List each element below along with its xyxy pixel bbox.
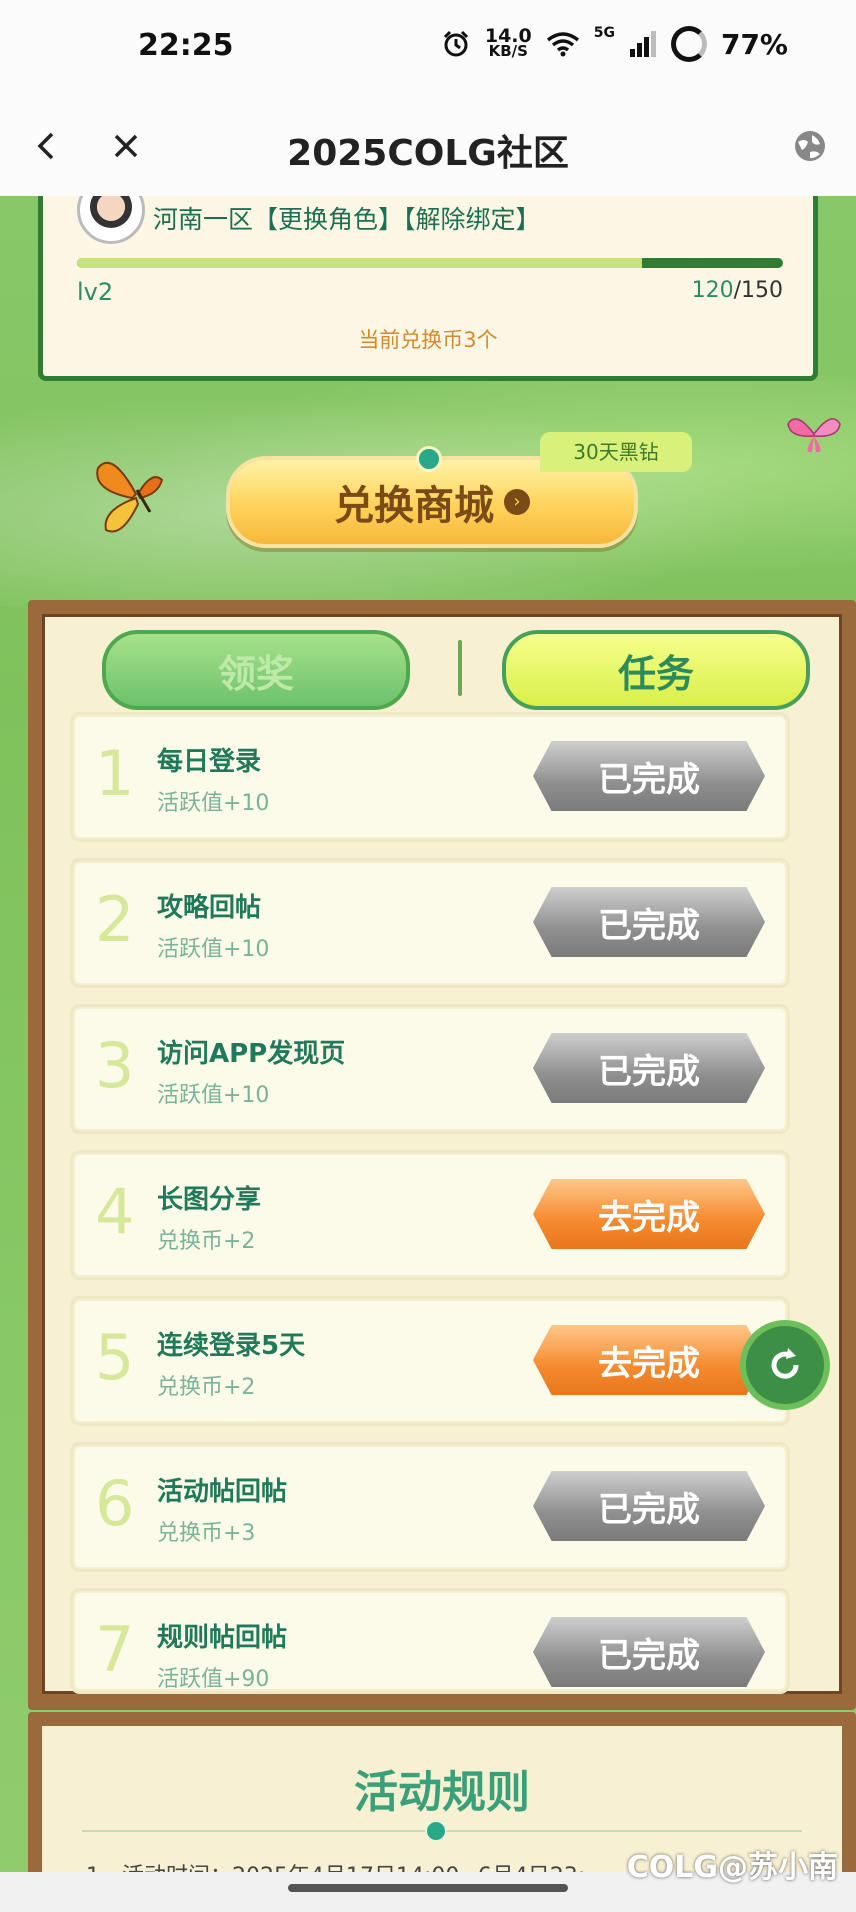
refresh-button[interactable] <box>746 1326 824 1404</box>
task-status-button[interactable]: 已完成 <box>533 1471 765 1541</box>
task-name: 每日登录 <box>157 747 262 777</box>
points-current: 120 <box>691 278 734 303</box>
task-row: 4 长图分享 兑换币+2 去完成 <box>70 1150 790 1280</box>
task-row: 2 攻略回帖 活跃值+10 已完成 <box>70 858 790 988</box>
status-bar: 22:25 14.0 KB/S 5G 77% <box>0 0 856 96</box>
watermark: COLG@苏小南 <box>626 1850 838 1885</box>
home-indicator[interactable] <box>288 1884 568 1892</box>
globe-icon[interactable] <box>790 126 830 166</box>
page-title: 2025COLG社区 <box>287 133 569 174</box>
board-tabs: 领奖 任务 <box>102 630 810 710</box>
task-reward: 活跃值+90 <box>157 1667 270 1692</box>
level-label: lv2 <box>77 278 114 306</box>
gem-ornament-icon <box>416 446 442 472</box>
points-max: /150 <box>733 278 783 303</box>
task-row: 6 活动帖回帖 兑换币+3 已完成 <box>70 1442 790 1572</box>
task-number: 7 <box>95 1613 135 1686</box>
task-number: 2 <box>95 883 135 956</box>
level-points: 120/150 <box>692 278 783 303</box>
status-time: 22:25 <box>138 28 234 63</box>
task-name: 连续登录5天 <box>157 1331 306 1361</box>
user-server-line[interactable]: 河南一区【更换角色】【解除绑定】 <box>153 200 541 236</box>
task-row: 3 访问APP发现页 活跃值+10 已完成 <box>70 1004 790 1134</box>
task-status-button[interactable]: 已完成 <box>533 1033 765 1103</box>
nav-bar: 2025COLG社区 <box>0 96 856 197</box>
task-reward: 活跃值+10 <box>157 791 270 816</box>
gem-ornament-icon <box>425 1820 447 1842</box>
task-row: 5 连续登录5天 兑换币+2 去完成 <box>70 1296 790 1426</box>
tab-divider <box>458 640 462 696</box>
level-progress-bar <box>77 258 783 268</box>
rules-first-line: 1、活动时间：2025年4月17日14:00~6月4日23:... <box>86 1858 606 1872</box>
task-name: 攻略回帖 <box>157 893 262 923</box>
task-name: 活动帖回帖 <box>157 1477 288 1507</box>
task-status-button[interactable]: 已完成 <box>533 1617 765 1687</box>
user-card: 河南一区【更换角色】【解除绑定】 lv2 120/150 当前兑换币3个 <box>38 196 818 381</box>
task-status-button[interactable]: 去完成 <box>533 1325 765 1395</box>
rules-title: 活动规则 <box>354 1767 530 1818</box>
task-reward: 兑换币+3 <box>157 1521 256 1546</box>
task-number: 4 <box>95 1175 135 1248</box>
task-number: 6 <box>95 1467 135 1540</box>
chevron-right-icon: › <box>504 489 530 515</box>
coin-balance: 当前兑换币3个 <box>358 328 498 352</box>
status-icons: 14.0 KB/S 5G 77% <box>441 26 788 62</box>
shop-badge: 30天黑钻 <box>540 432 692 472</box>
battery-icon <box>670 26 707 62</box>
task-reward: 活跃值+10 <box>157 1083 270 1108</box>
level-progress-fill <box>77 258 642 268</box>
task-reward: 活跃值+10 <box>157 937 270 962</box>
task-board: 领奖 任务 1 每日登录 活跃值+10 已完成 2 攻略回帖 活跃值+10 已完… <box>28 600 856 1710</box>
tab-reward[interactable]: 领奖 <box>102 630 410 710</box>
exchange-shop-label: 兑换商城 <box>334 482 494 529</box>
alarm-icon <box>443 30 468 57</box>
task-number: 1 <box>95 737 135 810</box>
task-reward: 兑换币+2 <box>157 1229 256 1254</box>
avatar <box>77 196 145 244</box>
task-name: 访问APP发现页 <box>157 1039 346 1069</box>
task-status-button[interactable]: 已完成 <box>533 887 765 957</box>
task-status-button[interactable]: 已完成 <box>533 741 765 811</box>
wifi-icon <box>546 32 579 57</box>
net-speed: 14.0 KB/S <box>484 25 532 60</box>
task-row: 7 规则帖回帖 活跃值+90 已完成 <box>70 1588 790 1694</box>
task-row: 1 每日登录 活跃值+10 已完成 <box>70 712 790 842</box>
activity-page: 河南一区【更换角色】【解除绑定】 lv2 120/150 当前兑换币3个 兑换商… <box>0 196 856 1872</box>
butterfly-orange-icon <box>96 461 164 533</box>
signal-icon <box>629 31 656 57</box>
task-list: 1 每日登录 活跃值+10 已完成 2 攻略回帖 活跃值+10 已完成 3 访问… <box>70 712 790 1710</box>
butterfly-pink-icon <box>787 418 841 453</box>
task-number: 3 <box>95 1029 135 1102</box>
task-reward: 兑换币+2 <box>157 1375 256 1400</box>
task-status-button[interactable]: 去完成 <box>533 1179 765 1249</box>
task-name: 规则帖回帖 <box>157 1623 288 1653</box>
battery-percent: 77% <box>720 27 788 61</box>
task-name: 长图分享 <box>157 1185 262 1215</box>
tab-task[interactable]: 任务 <box>502 630 810 710</box>
network-type: 5G <box>593 25 615 41</box>
task-number: 5 <box>95 1321 135 1394</box>
refresh-icon <box>771 1348 799 1379</box>
